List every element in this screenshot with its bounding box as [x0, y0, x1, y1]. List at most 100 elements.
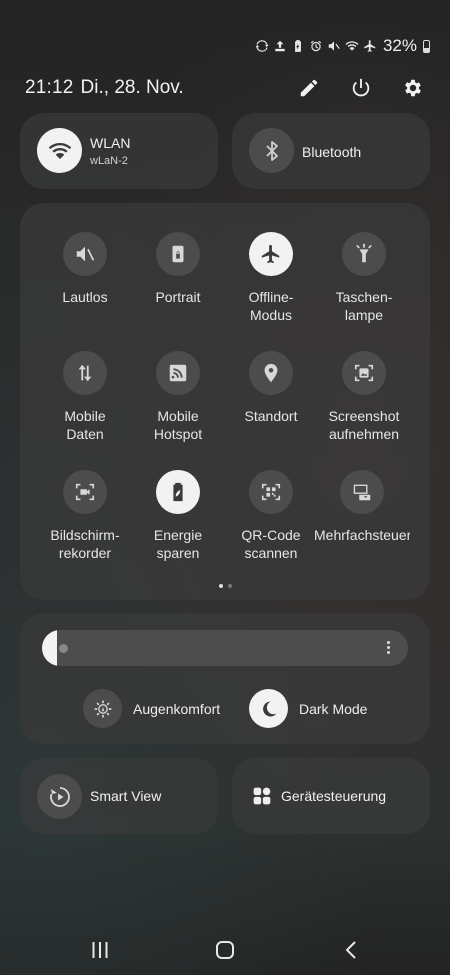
qr-scanner-icon [261, 483, 281, 501]
tile-hotspot[interactable]: Mobile Hotspot [128, 351, 228, 443]
screen-recorder-icon [75, 483, 95, 501]
tile-screen-recorder[interactable]: Bildschirm- rekorder [35, 470, 135, 562]
recents-icon[interactable] [88, 938, 112, 962]
multi-control-icon [353, 484, 371, 501]
tile-multi-control-button[interactable] [340, 470, 384, 514]
moon-icon [262, 700, 276, 716]
tile-qr-scanner[interactable]: QR-Code scannen [221, 470, 321, 562]
bluetooth-title: Bluetooth [302, 144, 362, 160]
navigation-bar [0, 930, 450, 970]
gear-icon[interactable] [402, 77, 424, 99]
brightness-fill [42, 630, 57, 666]
smart-view-label: Smart View [90, 788, 162, 804]
page-indicator [20, 584, 430, 588]
mute-icon [327, 39, 341, 53]
page-dot[interactable] [218, 584, 223, 588]
tile-mute-button[interactable] [63, 232, 107, 276]
tile-screenshot-button[interactable] [342, 351, 386, 395]
upload-icon [273, 39, 287, 53]
tile-multi-control[interactable]: Mehrfachsteuerung [314, 470, 410, 544]
smart-view-tile[interactable]: Smart View [20, 758, 218, 834]
tile-location[interactable]: Standort [221, 351, 321, 425]
tile-power-saving[interactable]: Energie sparen [128, 470, 228, 562]
smart-view-icon [49, 786, 70, 807]
pencil-icon[interactable] [298, 77, 320, 99]
battery-percent: 32% [382, 36, 417, 55]
clock: 21:12 [25, 77, 74, 98]
eye-comfort-button[interactable] [83, 689, 122, 728]
eye-comfort-label: Augenkomfort [133, 700, 221, 717]
rotation-lock-icon [172, 245, 184, 263]
tile-label: Lautlos [62, 289, 108, 305]
tile-screenshot[interactable]: Screenshot aufnehmen [314, 351, 414, 443]
dark-mode-button[interactable] [249, 689, 288, 728]
eye-comfort-icon [94, 700, 111, 717]
tile-mobile-data[interactable]: Mobile Daten [35, 351, 135, 443]
mute-icon [76, 246, 95, 262]
dark-mode-label: Dark Mode [299, 700, 368, 717]
airplane-icon [363, 39, 377, 53]
tile-flashlight-button[interactable] [342, 232, 386, 276]
brightness-handle[interactable] [59, 644, 68, 653]
tile-label: Offline- Modus [248, 289, 294, 323]
power-icon[interactable] [350, 77, 372, 99]
wifi-network-name: wLaN-2 [90, 155, 128, 167]
page-dot[interactable] [227, 584, 232, 588]
display-panel: Augenkomfort Dark Mode [20, 613, 430, 744]
screenshot-icon [354, 364, 374, 382]
tile-hotspot-button[interactable] [156, 351, 200, 395]
sync-icon [255, 39, 269, 53]
tile-label: QR-Code scannen [241, 527, 301, 561]
dark-mode-toggle[interactable]: Dark Mode [249, 689, 367, 728]
tile-portrait-button[interactable] [156, 232, 200, 276]
tile-label: Energie sparen [153, 527, 203, 561]
tile-portrait[interactable]: Portrait [128, 232, 228, 306]
device-control-label: Gerätesteuerung [281, 788, 387, 804]
eye-comfort-toggle[interactable]: Augenkomfort [83, 689, 220, 728]
location-icon [264, 363, 278, 383]
quick-settings-panel: Lautlos Portrait Offline- Modus Taschen-… [20, 203, 430, 600]
header: 21:12 Di., 28. Nov. [25, 72, 424, 104]
tile-airplane-mode[interactable]: Offline- Modus [221, 232, 321, 324]
device-control-icon [252, 786, 272, 806]
wifi-toggle[interactable] [37, 128, 82, 173]
hotspot-icon [169, 364, 187, 382]
tile-qr-scanner-button[interactable] [249, 470, 293, 514]
tile-flashlight[interactable]: Taschen- lampe [314, 232, 414, 324]
tile-label: Standort [244, 408, 298, 424]
mobile-data-icon [78, 364, 92, 382]
power-saving-icon [173, 482, 183, 502]
tile-mute[interactable]: Lautlos [35, 232, 135, 306]
tile-label: Screenshot aufnehmen [328, 408, 400, 442]
airplane-icon [261, 244, 280, 264]
tile-label: Mehrfachsteuerung [314, 527, 410, 543]
bluetooth-toggle[interactable] [249, 128, 294, 173]
status-bar: 32% [255, 36, 430, 56]
alarm-icon [309, 39, 323, 53]
bluetooth-tile[interactable]: Bluetooth [232, 113, 430, 189]
tile-label: Bildschirm- rekorder [50, 527, 120, 561]
home-icon[interactable] [213, 938, 237, 962]
tile-screen-recorder-button[interactable] [63, 470, 107, 514]
bluetooth-icon [265, 140, 278, 161]
wifi-tile[interactable]: WLAN wLaN-2 [20, 113, 218, 189]
tile-power-saving-button[interactable] [156, 470, 200, 514]
back-icon[interactable] [340, 938, 364, 962]
tile-label: Mobile Hotspot [153, 408, 203, 442]
flashlight-icon [356, 243, 372, 263]
wifi-icon [345, 39, 359, 53]
tile-label: Portrait [155, 289, 201, 305]
tile-airplane-button[interactable] [249, 232, 293, 276]
smart-view-button[interactable] [37, 774, 82, 819]
date[interactable]: Di., 28. Nov. [81, 77, 184, 99]
tile-label: Mobile Daten [64, 408, 106, 442]
battery-saver-icon [291, 39, 305, 53]
tile-label: Taschen- lampe [335, 289, 393, 323]
wifi-icon [48, 142, 71, 159]
brightness-slider[interactable] [42, 630, 408, 666]
battery-icon [423, 39, 430, 53]
device-control-tile[interactable]: Gerätesteuerung [232, 758, 430, 834]
more-options-icon[interactable] [382, 639, 394, 657]
tile-mobile-data-button[interactable] [63, 351, 107, 395]
tile-location-button[interactable] [249, 351, 293, 395]
